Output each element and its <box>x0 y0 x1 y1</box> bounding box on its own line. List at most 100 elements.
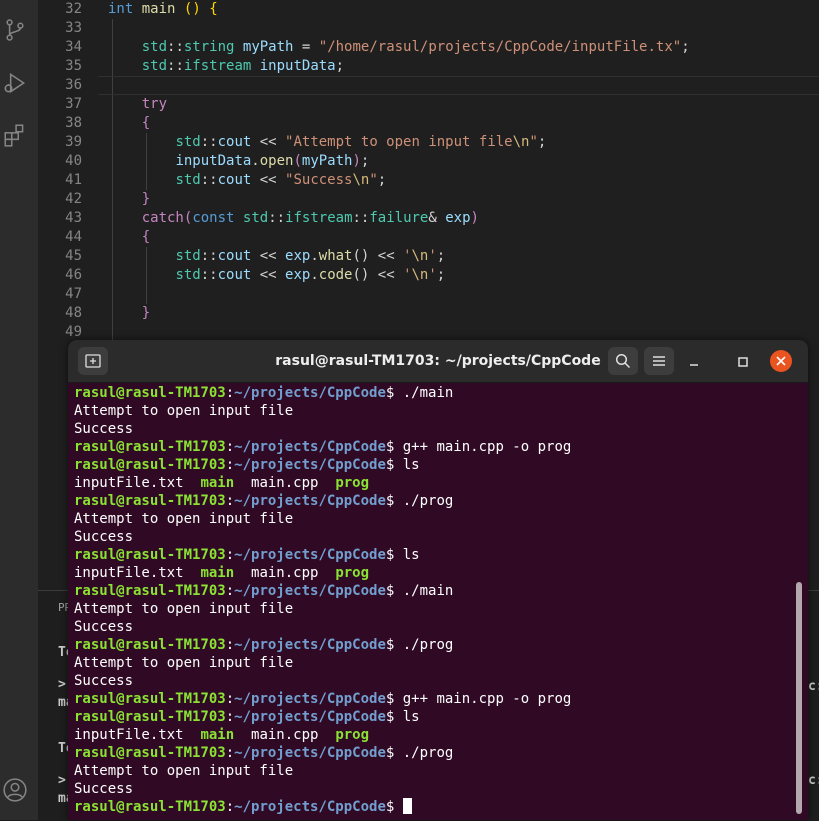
new-tab-button[interactable] <box>78 347 108 375</box>
code-token: :: <box>200 267 218 283</box>
prompt-user: rasul@rasul-TM1703 <box>74 457 226 473</box>
code-line[interactable]: 39 std::cout << "Attempt to open input f… <box>38 133 819 152</box>
prompt-separator: : <box>225 583 235 599</box>
line-number: 32 <box>65 1 82 17</box>
output-text: Attempt to open input file <box>74 763 294 779</box>
search-button[interactable] <box>608 347 638 375</box>
terminal-titlebar[interactable]: rasul@rasul-TM1703: ~/projects/CppCode <box>68 340 808 383</box>
panel-text: c:s <box>808 679 819 694</box>
account-icon[interactable] <box>2 777 28 803</box>
line-number: 45 <box>65 248 82 264</box>
line-number: 48 <box>65 305 82 321</box>
terminal-window[interactable]: rasul@rasul-TM1703: ~/projects/CppCode r… <box>68 340 808 820</box>
prompt-user: rasul@rasul-TM1703 <box>74 745 226 761</box>
prompt-user: rasul@rasul-TM1703 <box>74 439 226 455</box>
code-token: . <box>310 248 319 264</box>
code-line[interactable]: 36 <box>38 76 819 95</box>
code-token: } <box>141 191 151 207</box>
code-token: ; <box>436 248 446 264</box>
code-line[interactable]: 45 std::cout << exp.what() << '\n'; <box>38 247 819 266</box>
menu-button[interactable] <box>644 347 674 375</box>
prompt-separator: : <box>225 799 235 815</box>
minimize-icon <box>690 364 698 366</box>
prompt-path: ~/projects/CppCode <box>234 493 386 509</box>
code-line[interactable]: 46 std::cout << exp.code() << '\n'; <box>38 266 819 285</box>
code-token: ; <box>436 267 446 283</box>
code-token: ' <box>428 248 437 264</box>
line-number: 42 <box>65 191 82 207</box>
command-text: ls <box>402 457 420 473</box>
search-icon <box>615 353 631 369</box>
prompt-end: $ <box>385 457 403 473</box>
close-icon <box>776 356 786 366</box>
terminal-command-line: rasul@rasul-TM1703:~/projects/CppCode$ g… <box>74 438 571 456</box>
output-text: Success <box>74 781 134 797</box>
prompt-separator: : <box>225 457 235 473</box>
code-token: open <box>259 153 294 169</box>
source-control-icon[interactable] <box>2 17 28 43</box>
terminal-output-line: Success <box>74 780 133 798</box>
code-token: std <box>141 39 168 55</box>
terminal-command-line: rasul@rasul-TM1703:~/projects/CppCode$ g… <box>74 690 571 708</box>
close-button[interactable] <box>770 350 792 372</box>
panel-text: > <box>58 677 66 692</box>
code-line[interactable]: 32 int main () { <box>38 0 819 19</box>
code-line[interactable]: 35 std::ifstream inputData; <box>38 57 819 76</box>
prompt-path: ~/projects/CppCode <box>234 709 386 725</box>
code-line[interactable]: 37 try <box>38 95 819 114</box>
line-number: 35 <box>65 58 82 74</box>
code-token: std <box>141 58 168 74</box>
code-text: try <box>108 95 167 114</box>
code-token: :: <box>200 134 218 150</box>
code-token: catch <box>141 210 184 226</box>
terminal-output[interactable]: rasul@rasul-TM1703:~/projects/CppCode$ .… <box>68 382 808 820</box>
minimize-button[interactable] <box>687 354 701 368</box>
prompt-path: ~/projects/CppCode <box>234 799 386 815</box>
terminal-ls-output: inputFile.txt main main.cpp prog <box>74 726 369 744</box>
prompt-separator: : <box>225 691 235 707</box>
prompt-end: $ <box>385 439 403 455</box>
code-token: std <box>175 267 201 283</box>
code-line[interactable]: 40 inputData.open(myPath); <box>38 152 819 171</box>
code-line[interactable]: 34 std::string myPath = "/home/rasul/pro… <box>38 38 819 57</box>
code-token: std <box>175 248 201 264</box>
code-line[interactable]: 38 { <box>38 114 819 133</box>
code-line[interactable]: 48 } <box>38 304 819 323</box>
line-number: 39 <box>65 134 82 150</box>
executable-file: prog <box>335 565 370 581</box>
prompt-separator: : <box>225 493 235 509</box>
line-number: 43 <box>65 210 82 226</box>
executable-file: prog <box>335 475 370 491</box>
file-name: inputFile.txt <box>74 727 184 743</box>
prompt-path: ~/projects/CppCode <box>234 385 386 401</box>
output-text: Attempt to open input file <box>74 511 294 527</box>
code-token: std <box>175 172 201 188</box>
prompt-separator: : <box>225 745 235 761</box>
executable-file: main <box>200 727 235 743</box>
maximize-button[interactable] <box>736 354 750 368</box>
code-token: failure <box>369 210 429 226</box>
terminal-output-line: Attempt to open input file <box>74 402 293 420</box>
terminal-command-line: rasul@rasul-TM1703:~/projects/CppCode$ l… <box>74 546 420 564</box>
code-text: { <box>108 114 150 133</box>
run-debug-icon[interactable] <box>2 70 28 96</box>
prompt-end: $ <box>385 547 403 563</box>
code-token: std <box>242 210 269 226</box>
code-line[interactable]: 43 catch(const std::ifstream::failure& e… <box>38 209 819 228</box>
code-token: exp <box>445 210 471 226</box>
code-token: = <box>293 39 319 55</box>
code-token: ifstream <box>183 58 252 74</box>
code-line[interactable]: 44 { <box>38 228 819 247</box>
extensions-icon[interactable] <box>2 122 28 148</box>
code-line[interactable]: 42 } <box>38 190 819 209</box>
terminal-scrollbar[interactable] <box>796 582 802 814</box>
code-line[interactable]: 47 <box>38 285 819 304</box>
code-line[interactable]: 33 <box>38 19 819 38</box>
code-line[interactable]: 41 std::cout << "Success\n"; <box>38 171 819 190</box>
code-token: :: <box>200 248 218 264</box>
